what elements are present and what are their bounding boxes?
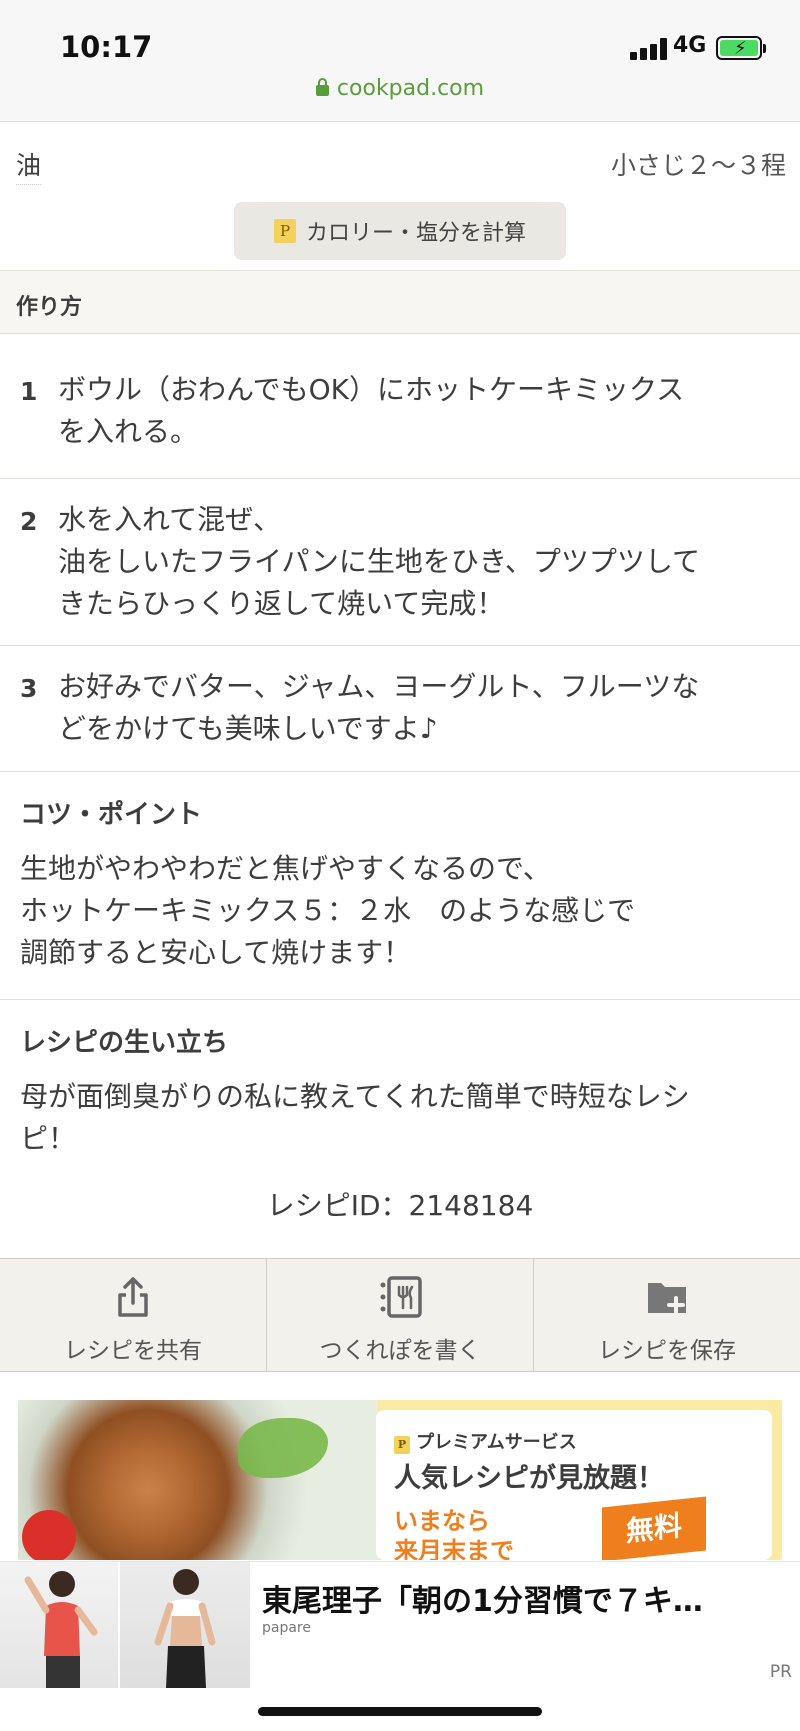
promo-offer-line2: 来月末まで xyxy=(394,1537,514,1560)
history-text: 母が面倒臭がりの私に教えてくれた簡単で時短なレシ ピ！ xyxy=(20,1080,690,1155)
share-label: レシピを共有 xyxy=(64,1338,202,1364)
address-bar[interactable]: cookpad.com xyxy=(0,76,800,101)
share-button[interactable]: レシピを共有 xyxy=(0,1259,267,1371)
premium-icon: P xyxy=(394,1436,410,1454)
home-indicator[interactable] xyxy=(258,1707,542,1716)
ingredient-name[interactable]: 油 xyxy=(16,146,42,185)
tips-text: 生地がやわやわだと焦げやすくなるので、 ホットケーキミックス５：２水 のような感… xyxy=(20,852,636,969)
premium-icon: P xyxy=(273,219,296,243)
food-photo xyxy=(18,1400,378,1560)
tips-section: コツ・ポイント 生地がやわやわだと焦げやすくなるので、 ホットケーキミックス５：… xyxy=(0,772,800,1000)
ad-pr-label: PR xyxy=(769,1662,792,1682)
lock-icon xyxy=(315,78,329,96)
status-time: 10:17 xyxy=(60,30,153,64)
url-text: cookpad.com xyxy=(336,76,485,101)
share-icon xyxy=(118,1277,148,1317)
step-text: ボウル（おわんでもOK）にホットケーキミックス を入れる。 xyxy=(58,373,685,448)
step-number: 1 xyxy=(20,377,38,406)
promo-title: 人気レシピが見放題！ xyxy=(394,1463,664,1494)
calorie-calc-label: カロリー・塩分を計算 xyxy=(305,221,526,246)
step-text: お好みでバター、ジャム、ヨーグルト、フルーツな どをかけても美味しいですよ♪ xyxy=(58,670,700,745)
battery-icon: ⚡ xyxy=(716,36,766,60)
step-item: 1 ボウル（おわんでもOK）にホットケーキミックス を入れる。 xyxy=(0,335,800,479)
folder-add-icon xyxy=(648,1283,686,1314)
promo-offer: いまなら 来月末まで xyxy=(394,1506,514,1560)
ad-image xyxy=(120,1562,250,1688)
promo-subtitle: P プレミアムサービス xyxy=(394,1428,577,1454)
promo-card: P プレミアムサービス 人気レシピが見放題！ いまなら 来月末まで 無料 xyxy=(376,1410,772,1560)
tsukurepo-icon xyxy=(380,1276,422,1318)
ad-image xyxy=(0,1562,118,1688)
status-bar: 10:17 4G ⚡ cookpad.com xyxy=(0,0,800,122)
history-title: レシピの生い立ち xyxy=(20,1028,229,1058)
action-bar: レシピを共有 つくれぽを書く レシピを保存 xyxy=(0,1258,800,1372)
ad-title[interactable]: 東尾理子「朝の1分習慣で７キ… xyxy=(262,1576,703,1620)
free-badge: 無料 xyxy=(602,1496,706,1560)
step-number: 3 xyxy=(20,674,38,703)
save-recipe-button[interactable]: レシピを保存 xyxy=(534,1259,800,1371)
step-text: 水を入れて混ぜ、 油をしいたフライパンに生地をひき、プツプツして きたらひっくり… xyxy=(58,503,701,620)
promo-subtitle-label: プレミアムサービス xyxy=(416,1432,577,1453)
recipe-id: レシピID：2148184 xyxy=(266,1189,534,1222)
ingredient-qty: 小さじ２〜３程 xyxy=(610,151,786,180)
step-item: 2 水を入れて混ぜ、 油をしいたフライパンに生地をひき、プツプツして きたらひっ… xyxy=(0,479,800,646)
ingredient-row: 油 小さじ２〜３程 xyxy=(0,132,800,192)
step-item: 3 お好みでバター、ジャム、ヨーグルト、フルーツな どをかけても美味しいですよ♪ xyxy=(0,646,800,772)
tips-title: コツ・ポイント xyxy=(20,800,203,830)
steps-header: 作り方 xyxy=(0,270,800,334)
history-section: レシピの生い立ち 母が面倒臭がりの私に教えてくれた簡単で時短なレシ ピ！ xyxy=(0,1000,800,1160)
network-type: 4G xyxy=(673,33,707,58)
signal-icon xyxy=(630,38,668,60)
ad-banner[interactable]: 東尾理子「朝の1分習慣で７キ… papare PR xyxy=(0,1561,800,1688)
step-number: 2 xyxy=(20,507,38,536)
tsukurepo-label: つくれぽを書く xyxy=(319,1338,481,1364)
save-label: レシピを保存 xyxy=(598,1338,736,1364)
ad-source: papare xyxy=(262,1620,311,1636)
steps-header-label: 作り方 xyxy=(16,295,83,320)
write-tsukurepo-button[interactable]: つくれぽを書く xyxy=(267,1259,534,1371)
promo-offer-line1: いまなら xyxy=(394,1507,490,1535)
calorie-calc-button[interactable]: P カロリー・塩分を計算 xyxy=(234,202,566,260)
premium-banner[interactable]: P プレミアムサービス 人気レシピが見放題！ いまなら 来月末まで 無料 xyxy=(18,1400,782,1560)
